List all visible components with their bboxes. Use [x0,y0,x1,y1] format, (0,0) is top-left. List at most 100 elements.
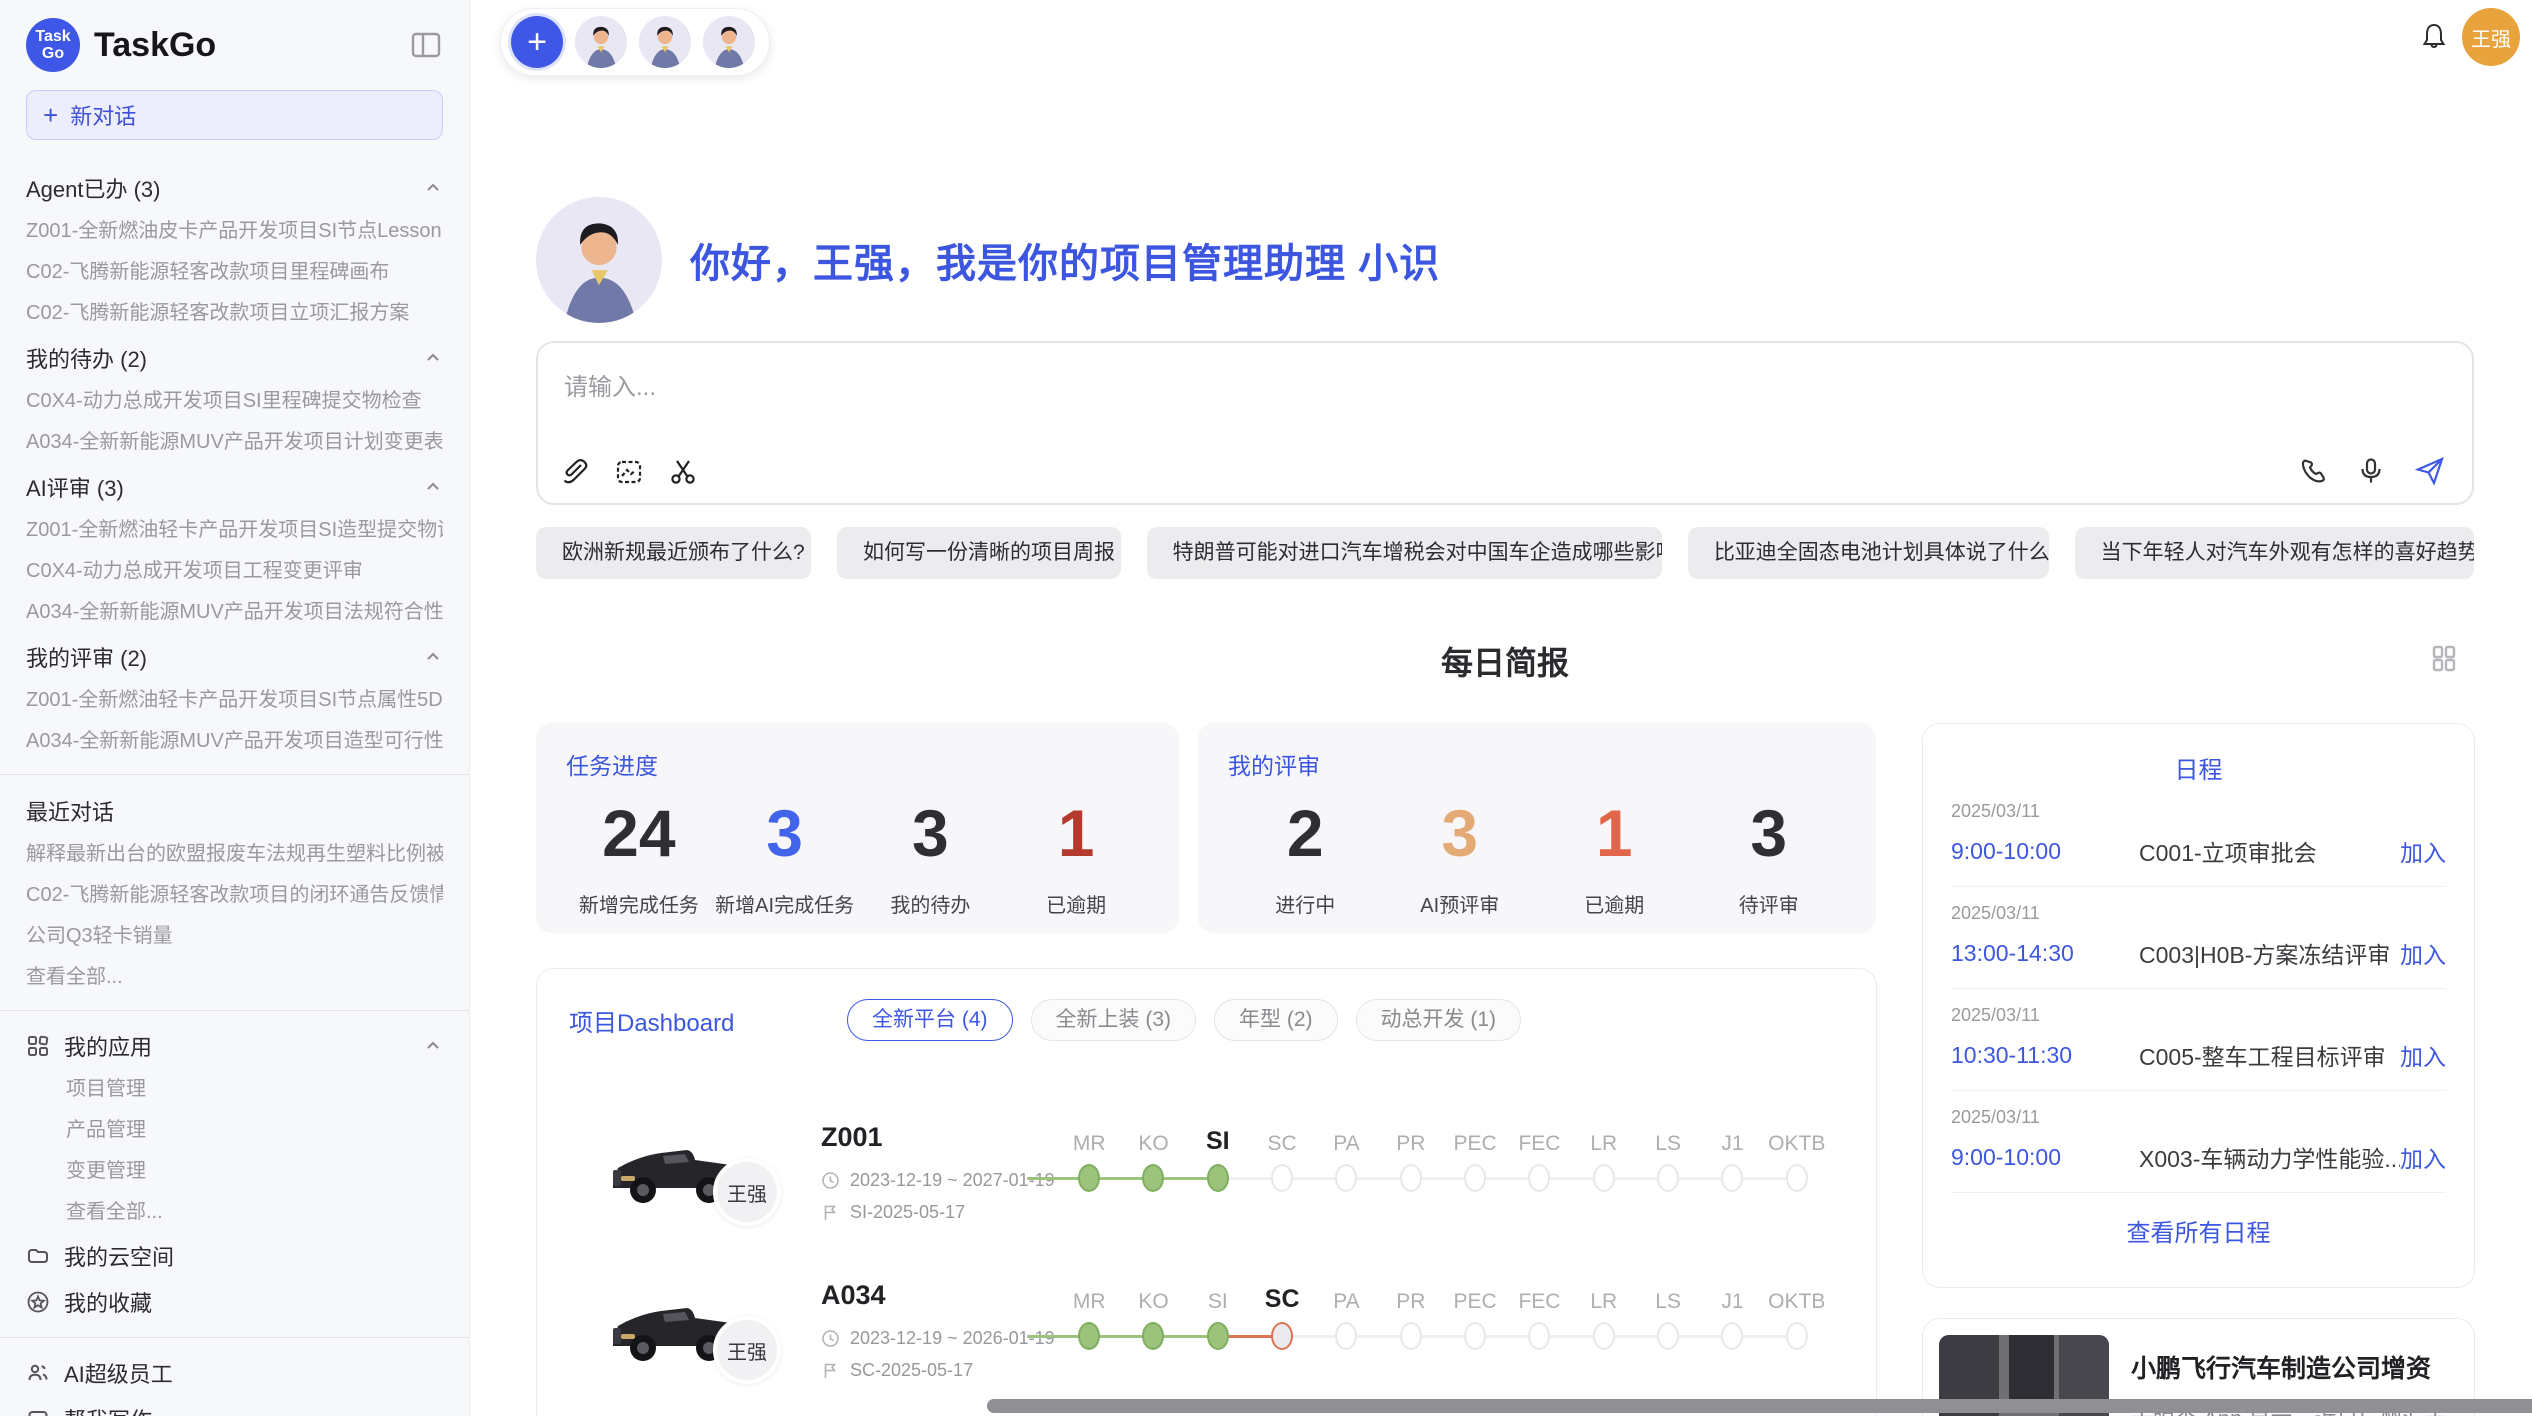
dashboard-tab[interactable]: 年型 (2) [1214,999,1338,1041]
sidebar-item-help-write[interactable]: 帮我写作 [26,1396,443,1416]
sidebar-item-cloud-space[interactable]: 我的云空间 [26,1233,443,1279]
stat-label: AI预评审 [1383,889,1538,918]
sidebar-item[interactable]: A034-全新新能源MUV产品开发项目计划变更表编写 [26,422,443,463]
milestone-node-OKTB[interactable] [1786,1322,1808,1350]
milestone-node-PEC[interactable] [1464,1164,1486,1192]
sidebar-app-item[interactable]: 变更管理 [26,1151,443,1192]
milestone-node-SC[interactable] [1271,1164,1293,1192]
sidebar-section-header[interactable]: 最近对话 [26,787,443,834]
sidebar-item-ai-employee[interactable]: AI超级员工 [26,1350,443,1396]
sidebar-collapse-icon[interactable] [409,28,443,62]
milestone-node-FEC[interactable] [1528,1322,1550,1350]
milestone-node-MR[interactable] [1078,1322,1100,1350]
sidebar-app-item[interactable]: 查看全部... [26,1192,443,1233]
milestone-lines [1057,1314,1829,1358]
view-all-schedule-link[interactable]: 查看所有日程 [1951,1193,2446,1268]
milestone-node-FEC[interactable] [1528,1164,1550,1192]
dashboard-tab[interactable]: 全新平台 (4) [847,999,1013,1041]
milestone-node-SI[interactable] [1207,1322,1229,1350]
sidebar-item[interactable]: A034-全新新能源MUV产品开发项目造型可行性评审 [26,721,443,762]
sidebar-item[interactable]: C0X4-动力总成开发项目SI里程碑提交物检查 [26,381,443,422]
schedule-item-line: 13:00-14:30C003|H0B-方案冻结评审加入 [1951,936,2446,970]
send-icon[interactable] [2414,455,2446,487]
sidebar-section-header[interactable]: AI评审 (3) [26,463,443,510]
schedule-join-link[interactable]: 加入 [2400,834,2446,868]
sidebar-item[interactable]: Z001-全新燃油皮卡产品开发项目SI节点Lesson Learn报告 [26,211,443,252]
notification-bell-icon[interactable] [2418,20,2450,52]
schedule-join-link[interactable]: 加入 [2400,936,2446,970]
milestone-node-OKTB[interactable] [1786,1164,1808,1192]
suggestion-chip[interactable]: 当下年轻人对汽车外观有怎样的喜好趋势 [2075,527,2474,579]
agent-avatar-2[interactable] [639,16,691,68]
agent-avatar-1[interactable] [575,16,627,68]
milestone-node-KO[interactable] [1142,1322,1164,1350]
chat-input[interactable]: 请输入... [536,341,2474,505]
schedule-join-link[interactable]: 加入 [2400,1038,2446,1072]
schedule-item: 2025/03/119:00-10:00C001-立项审批会加入 [1951,785,2446,887]
sidebar-item[interactable]: A034-全新新能源MUV产品开发项目法规符合性评审 [26,592,443,633]
milestone-node-SC[interactable] [1271,1322,1293,1350]
milestone-node-LR[interactable] [1593,1322,1615,1350]
milestone-node-LS[interactable] [1657,1164,1679,1192]
sidebar-item[interactable]: 解释最新出台的欧盟报废车法规再生塑料比例被调至15%... [26,834,443,875]
sidebar-item-favorites[interactable]: 我的收藏 [26,1279,443,1325]
dashboard-tab[interactable]: 动总开发 (1) [1356,999,1522,1041]
project-row[interactable]: 王强Z0012023-12-19 ~ 2027-01-19SI-2025-05-… [537,1118,1876,1276]
add-agent-button[interactable]: + [511,16,563,68]
schedule-item-line: 9:00-10:00C001-立项审批会加入 [1951,834,2446,868]
sidebar-item-my-apps[interactable]: 我的应用 [26,1023,443,1069]
milestone-node-MR[interactable] [1078,1164,1100,1192]
suggestion-chip[interactable]: 比亚迪全固态电池计划具体说了什么 [1688,527,2049,579]
milestone-label: J1 [1700,1290,1764,1314]
user-avatar[interactable]: 王强 [2462,8,2520,66]
milestone-node-SI[interactable] [1207,1164,1229,1192]
sidebar-item[interactable]: C02-飞腾新能源轻客改款项目的闭环通告反馈情况 [26,875,443,916]
new-chat-button[interactable]: + 新对话 [26,90,443,140]
milestone-node-J1[interactable] [1721,1322,1743,1350]
sidebar-item[interactable]: C02-飞腾新能源轻客改款项目立项汇报方案 [26,293,443,334]
schedule-item: 2025/03/1110:30-11:30C005-整车工程目标评审加入 [1951,989,2446,1091]
screenshot-scissors-icon[interactable] [668,457,698,487]
suggestion-chip[interactable]: 如何写一份清晰的项目周报 [837,527,1121,579]
sidebar-item[interactable]: 公司Q3轻卡销量 [26,916,443,957]
project-owner-badge: 王强 [713,1316,781,1384]
microphone-icon[interactable] [2356,456,2386,486]
milestone-node-PA[interactable] [1335,1164,1357,1192]
sidebar-item[interactable]: 查看全部... [26,957,443,998]
milestone-node-LS[interactable] [1657,1322,1679,1350]
milestone-node-J1[interactable] [1721,1164,1743,1192]
sidebar-section-header[interactable]: 我的待办 (2) [26,334,443,381]
milestone-node-PA[interactable] [1335,1322,1357,1350]
star-icon [26,1290,50,1314]
sidebar-section-header[interactable]: 我的评审 (2) [26,633,443,680]
milestone-node-cell [1250,1164,1314,1192]
sidebar-item[interactable]: C0X4-动力总成开发项目工程变更评审 [26,551,443,592]
milestone-node-PEC[interactable] [1464,1322,1486,1350]
voice-call-icon[interactable] [2298,456,2328,486]
sidebar-section-header[interactable]: Agent已办 (3) [26,164,443,211]
schedule-join-link[interactable]: 加入 [2400,1140,2446,1174]
dashboard-tab[interactable]: 全新上装 (3) [1031,999,1197,1041]
sidebar-item[interactable]: Z001-全新燃油轻卡产品开发项目SI节点属性5D文件评审 [26,680,443,721]
agent-avatar-3[interactable] [703,16,755,68]
milestone-label: PEC [1443,1132,1507,1156]
milestone-node-LR[interactable] [1593,1164,1615,1192]
milestone-node-PR[interactable] [1400,1164,1422,1192]
sidebar-app-item[interactable]: 项目管理 [26,1069,443,1110]
horizontal-scrollbar[interactable] [987,1399,2532,1413]
sidebar-app-item[interactable]: 产品管理 [26,1110,443,1151]
project-row[interactable]: 王强A0342023-12-19 ~ 2026-01-19SC-2025-05-… [537,1276,1876,1416]
milestone-node-PR[interactable] [1400,1322,1422,1350]
milestone-node-cell [1443,1322,1507,1350]
sidebar: Task Go TaskGo + 新对话 Agent已办 (3)Z001-全新燃… [0,0,470,1416]
sidebar-item[interactable]: C02-飞腾新能源轻客改款项目里程碑画布 [26,252,443,293]
milestone-label: SI [1186,1290,1250,1314]
milestone-node-KO[interactable] [1142,1164,1164,1192]
layout-grid-icon[interactable] [2428,642,2460,674]
sidebar-item[interactable]: Z001-全新燃油轻卡产品开发项目SI造型提交物评审 [26,510,443,551]
image-upload-icon[interactable] [614,457,644,487]
attachment-icon[interactable] [560,457,590,487]
suggestion-chip[interactable]: 特朗普可能对进口汽车增税会对中国车企造成哪些影响 [1147,527,1662,579]
suggestion-chip[interactable]: 欧洲新规最近颁布了什么? [536,527,811,579]
main-area: + 王强 你好，王强，我是你的项目管理助理 小识 请输入... [470,0,2532,1416]
